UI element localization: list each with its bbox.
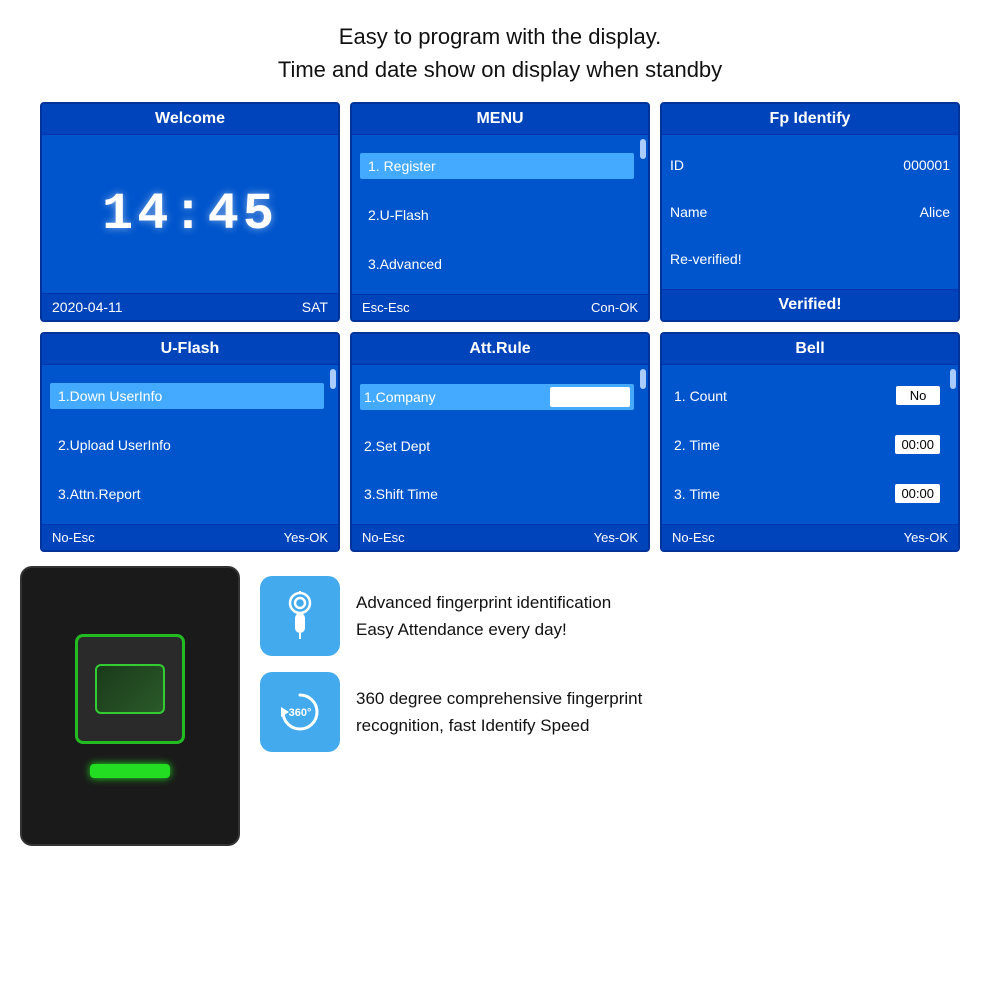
feature-row-2: 360° 360 degree comprehensive fingerprin…: [260, 672, 980, 752]
screen-bell: Bell 1. Count No 2. Time 00:00 3. Time 0…: [660, 332, 960, 552]
uflash-item-2[interactable]: 2.Upload UserInfo: [50, 432, 324, 458]
scrollbar: [640, 139, 646, 159]
date-value: 2020-04-11: [52, 299, 123, 315]
uflash-footer-right: Yes-OK: [284, 530, 328, 545]
features-section: Advanced fingerprint identification Easy…: [260, 566, 980, 752]
bell-footer-right: Yes-OK: [904, 530, 948, 545]
menu-footer: Esc-Esc Con-OK: [352, 294, 648, 320]
screen-fp: Fp Identify ID 000001 Name Alice Re-veri…: [660, 102, 960, 322]
fp-id-label: ID: [670, 157, 684, 173]
fp-name-label: Name: [670, 204, 707, 220]
bell-footer-left: No-Esc: [672, 530, 715, 545]
menu-item-2[interactable]: 2.U-Flash: [360, 202, 634, 228]
header-text: Easy to program with the display. Time a…: [278, 20, 722, 86]
bell-title: Bell: [662, 334, 958, 365]
screen-att-rule: Att.Rule 1.Company 2.Set Dept 3.Shift Ti…: [350, 332, 650, 552]
bell-count-label: 1. Count: [674, 388, 727, 404]
bell-item-3: 3. Time 00:00: [670, 481, 944, 506]
fp-body: ID 000001 Name Alice Re-verified!: [662, 135, 958, 289]
att-rule-footer-left: No-Esc: [362, 530, 405, 545]
att-rule-title: Att.Rule: [352, 334, 648, 365]
fp-title: Fp Identify: [662, 104, 958, 135]
fp-sensor: [95, 664, 165, 714]
finger-touch-icon-box: [260, 576, 340, 656]
att-rule-footer-right: Yes-OK: [594, 530, 638, 545]
fp-name-value: Alice: [920, 204, 950, 220]
svg-text:360°: 360°: [289, 707, 312, 719]
feature-line2: Easy Attendance every day!: [356, 616, 611, 643]
feature-line3: 360 degree comprehensive fingerprint: [356, 685, 642, 712]
feature-text-1: Advanced fingerprint identification Easy…: [356, 589, 611, 643]
feature-text-2: 360 degree comprehensive fingerprint rec…: [356, 685, 642, 739]
uflash-item-1[interactable]: 1.Down UserInfo: [50, 383, 324, 409]
uflash-footer: No-Esc Yes-OK: [42, 524, 338, 550]
device-image: [20, 566, 240, 846]
screen-menu: MENU 1. Register 2.U-Flash 3.Advanced Es…: [350, 102, 650, 322]
welcome-body: 14:45: [42, 135, 338, 293]
menu-footer-left: Esc-Esc: [362, 300, 410, 315]
uflash-footer-left: No-Esc: [52, 530, 95, 545]
rule-item-2[interactable]: 2.Set Dept: [360, 435, 634, 457]
screens-grid: Welcome 14:45 2020-04-11 SAT MENU 1. Reg…: [40, 102, 960, 552]
bell-time1-value[interactable]: 00:00: [895, 435, 940, 454]
rotate-360-icon: 360°: [275, 687, 325, 737]
menu-footer-right: Con-OK: [591, 300, 638, 315]
fp-id-row: ID 000001: [670, 155, 950, 175]
uflash-body: 1.Down UserInfo 2.Upload UserInfo 3.Attn…: [42, 365, 338, 524]
bottom-section: Advanced fingerprint identification Easy…: [20, 566, 980, 846]
uflash-title: U-Flash: [42, 334, 338, 365]
rule-item-1[interactable]: 1.Company: [360, 384, 634, 410]
uflash-item-3[interactable]: 3.Attn.Report: [50, 481, 324, 507]
date-bar: 2020-04-11 SAT: [42, 293, 338, 320]
device-status-light: [90, 764, 170, 778]
day-value: SAT: [302, 299, 328, 315]
verified-bar: Verified!: [662, 289, 958, 320]
bell-time2-value[interactable]: 00:00: [895, 484, 940, 503]
menu-body: 1. Register 2.U-Flash 3.Advanced: [352, 135, 648, 294]
uflash-scrollbar: [330, 369, 336, 389]
feature-line1: Advanced fingerprint identification: [356, 589, 611, 616]
header-line2: Time and date show on display when stand…: [278, 53, 722, 86]
menu-item-3[interactable]: 3.Advanced: [360, 251, 634, 277]
rule-item-3[interactable]: 3.Shift Time: [360, 483, 634, 505]
bell-scrollbar: [950, 369, 956, 389]
bell-item-2: 2. Time 00:00: [670, 432, 944, 457]
bell-footer: No-Esc Yes-OK: [662, 524, 958, 550]
screen-welcome: Welcome 14:45 2020-04-11 SAT: [40, 102, 340, 322]
bell-item-1: 1. Count No: [670, 383, 944, 408]
fp-id-value: 000001: [903, 157, 950, 173]
header-line1: Easy to program with the display.: [278, 20, 722, 53]
bell-time1-label: 2. Time: [674, 437, 720, 453]
fingerprint-reader: [75, 634, 185, 744]
fp-name-row: Name Alice: [670, 202, 950, 222]
bell-time2-label: 3. Time: [674, 486, 720, 502]
finger-touch-icon: [275, 591, 325, 641]
att-rule-body: 1.Company 2.Set Dept 3.Shift Time: [352, 365, 648, 524]
screen-uflash: U-Flash 1.Down UserInfo 2.Upload UserInf…: [40, 332, 340, 552]
welcome-title: Welcome: [42, 104, 338, 135]
bell-count-value[interactable]: No: [896, 386, 940, 405]
menu-title: MENU: [352, 104, 648, 135]
att-rule-scrollbar: [640, 369, 646, 389]
feature-row-1: Advanced fingerprint identification Easy…: [260, 576, 980, 656]
fp-reverified: Re-verified!: [670, 249, 950, 269]
rotate-360-icon-box: 360°: [260, 672, 340, 752]
clock-display: 14:45: [50, 185, 330, 244]
rule-company-input[interactable]: [550, 387, 630, 407]
page-container: Easy to program with the display. Time a…: [0, 0, 1000, 1000]
bell-body: 1. Count No 2. Time 00:00 3. Time 00:00: [662, 365, 958, 524]
feature-line4: recognition, fast Identify Speed: [356, 712, 642, 739]
menu-item-1[interactable]: 1. Register: [360, 153, 634, 179]
att-rule-footer: No-Esc Yes-OK: [352, 524, 648, 550]
